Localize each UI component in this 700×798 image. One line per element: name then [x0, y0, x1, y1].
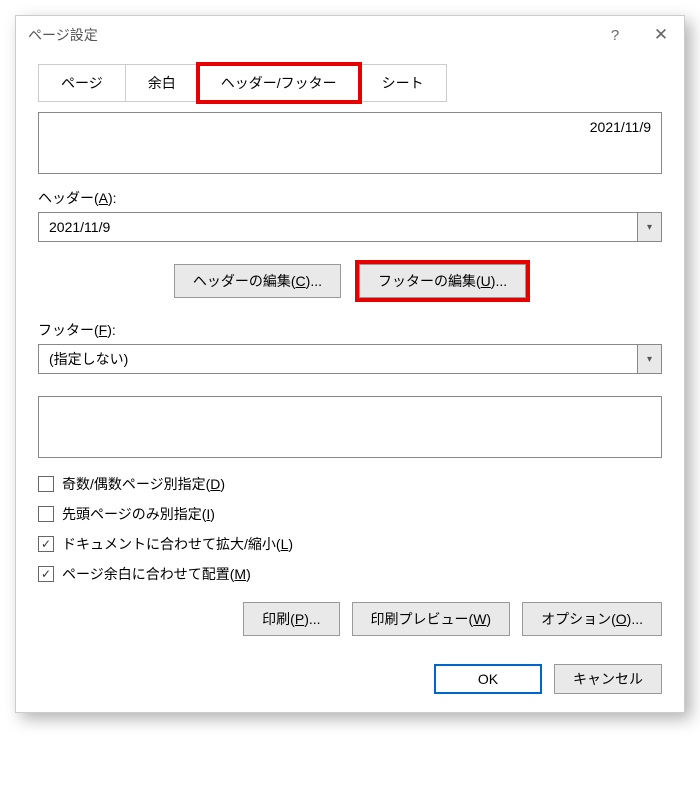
tab-margins[interactable]: 余白 — [125, 64, 199, 102]
checkbox-first-page[interactable]: 先頭ページのみ別指定(I) — [38, 504, 662, 524]
dialog-content: ページ 余白 ヘッダー/フッター シート 2021/11/9 ヘッダー(A): … — [16, 54, 684, 654]
checkbox-icon — [38, 506, 54, 522]
header-preview: 2021/11/9 — [38, 112, 662, 174]
chevron-down-icon[interactable]: ▾ — [638, 344, 662, 374]
checkbox-icon: ✓ — [38, 566, 54, 582]
cancel-button[interactable]: キャンセル — [554, 664, 662, 694]
close-button[interactable]: ✕ — [638, 16, 684, 54]
tab-sheet[interactable]: シート — [359, 64, 447, 102]
tab-header-footer[interactable]: ヘッダー/フッター — [198, 64, 360, 102]
header-select[interactable]: 2021/11/9 ▾ — [38, 212, 662, 242]
edit-footer-button[interactable]: フッターの編集(U)... — [359, 264, 526, 298]
tab-strip: ページ 余白 ヘッダー/フッター シート — [38, 64, 662, 102]
titlebar: ページ設定 ? ✕ — [16, 16, 684, 54]
header-label: ヘッダー(A): — [38, 188, 662, 208]
header-preview-text: 2021/11/9 — [590, 119, 651, 135]
header-footer-panel: 2021/11/9 ヘッダー(A): 2021/11/9 ▾ ヘッダーの編集(C… — [38, 112, 662, 636]
chevron-down-icon[interactable]: ▾ — [638, 212, 662, 242]
options-button[interactable]: オプション(O)... — [522, 602, 662, 636]
ok-button[interactable]: OK — [434, 664, 542, 694]
checkbox-icon — [38, 476, 54, 492]
tab-page[interactable]: ページ — [38, 64, 126, 102]
page-setup-dialog: ページ設定 ? ✕ ページ 余白 ヘッダー/フッター シート 2021/11/9… — [15, 15, 685, 713]
dialog-title: ページ設定 — [28, 25, 592, 45]
checkbox-scale-doc[interactable]: ✓ ドキュメントに合わせて拡大/縮小(L) — [38, 534, 662, 554]
edit-buttons-row: ヘッダーの編集(C)... フッターの編集(U)... — [38, 264, 662, 298]
checkbox-odd-even[interactable]: 奇数/偶数ページ別指定(D) — [38, 474, 662, 494]
checkbox-icon: ✓ — [38, 536, 54, 552]
header-select-value: 2021/11/9 — [38, 212, 638, 242]
help-button[interactable]: ? — [592, 16, 638, 54]
checkbox-align-margin[interactable]: ✓ ページ余白に合わせて配置(M) — [38, 564, 662, 584]
footer-preview — [38, 396, 662, 458]
print-buttons-row: 印刷(P)... 印刷プレビュー(W) オプション(O)... — [38, 602, 662, 636]
footer-select[interactable]: (指定しない) ▾ — [38, 344, 662, 374]
dialog-action-row: OK キャンセル — [16, 654, 684, 712]
footer-label: フッター(F): — [38, 320, 662, 340]
edit-header-button[interactable]: ヘッダーの編集(C)... — [174, 264, 341, 298]
footer-select-value: (指定しない) — [38, 344, 638, 374]
print-preview-button[interactable]: 印刷プレビュー(W) — [352, 602, 511, 636]
print-button[interactable]: 印刷(P)... — [243, 602, 339, 636]
